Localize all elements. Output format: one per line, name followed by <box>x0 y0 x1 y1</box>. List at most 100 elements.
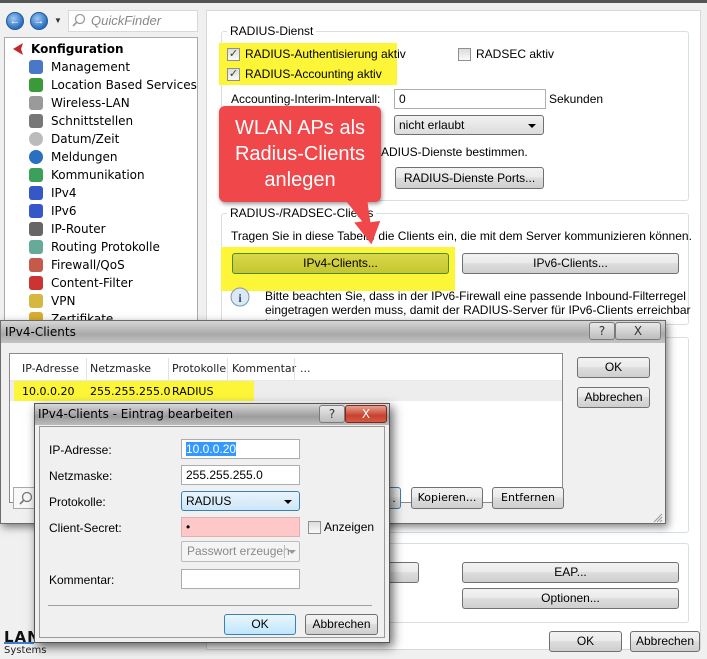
interim-unit: Sekunden <box>549 92 604 106</box>
history-dropdown-icon[interactable]: ▼ <box>54 16 62 25</box>
info-icon: i <box>230 287 250 307</box>
callout-arrow-icon <box>344 196 381 245</box>
callout-line-1: WLAN APs als <box>234 117 366 139</box>
radsec-checkbox[interactable] <box>458 48 471 61</box>
logo-subtitle: Systems <box>4 645 47 656</box>
ip-input[interactable]: 10.0.0.20 <box>181 439 300 459</box>
mask-label: Netzmaske: <box>49 469 113 483</box>
tree-item-label: Datum/Zeit <box>51 132 120 146</box>
column-header-mask[interactable]: Netzmaske <box>90 362 151 375</box>
access-select-value: nicht erlaubt <box>399 118 465 132</box>
edit-entry-dialog: IPv4-Clients - Eintrag bearbeiten ? X IP… <box>34 403 390 643</box>
main-cancel-button[interactable]: Abbrechen <box>630 631 700 652</box>
resize-grip-icon[interactable] <box>651 511 663 523</box>
column-header-ip[interactable]: IP-Adresse <box>22 362 79 375</box>
ipv6-clients-button[interactable]: IPv6-Clients... <box>462 253 679 274</box>
ipv6-note-line1: Bitte beachten Sie, dass in der IPv6-Fir… <box>265 289 686 303</box>
quickfinder-input[interactable]: QuickFinder <box>68 10 198 32</box>
window-top-border <box>0 0 707 3</box>
tree-item-label: Schnittstellen <box>51 114 134 128</box>
ipv4-clients-button[interactable]: IPv4-Clients... <box>232 253 449 274</box>
tree-item-label: Content-Filter <box>51 276 133 290</box>
generate-password-button[interactable]: Passwort erzeugen <box>181 541 300 562</box>
accounting-label: RADIUS-Accounting aktiv <box>245 67 382 81</box>
interim-input[interactable]: 0 <box>394 89 546 109</box>
edit-dialog-body: IP-Adresse: 10.0.0.20 Netzmaske: 255.255… <box>39 426 385 638</box>
tree-item-label: Management <box>51 60 131 74</box>
generate-password-label: Passwort erzeugen <box>187 544 290 558</box>
tree-item-label: Wireless-LAN <box>51 96 130 110</box>
close-button[interactable]: X <box>345 405 387 423</box>
clock-icon <box>29 132 43 146</box>
tree-root-label: Konfiguration <box>31 42 124 56</box>
navigation-tree: Konfiguration Management Location Based S… <box>4 37 198 327</box>
back-arrow-icon[interactable]: ← <box>6 12 24 30</box>
network-icon <box>29 186 43 200</box>
options-button[interactable]: Optionen... <box>462 588 679 609</box>
column-separator <box>86 358 87 380</box>
edit-cancel-button[interactable]: Abbrechen <box>305 614 378 635</box>
eap-button[interactable]: EAP... <box>462 562 679 583</box>
ipv4-dialog-titlebar[interactable]: IPv4-Clients <box>1 321 665 343</box>
logo-underline <box>4 642 34 644</box>
mask-input[interactable]: 255.255.255.0 <box>181 465 300 485</box>
show-secret-label: Anzeigen <box>324 520 375 534</box>
help-button[interactable]: ? <box>319 405 345 423</box>
chevron-down-icon[interactable] <box>288 550 296 554</box>
column-separator <box>294 358 295 380</box>
show-secret-checkbox[interactable] <box>308 521 321 534</box>
auth-label: RADIUS-Authentisierung aktiv <box>245 47 406 61</box>
remove-button[interactable]: Entfernen <box>492 487 564 509</box>
copy-button[interactable]: Kopieren... <box>411 487 483 509</box>
column-separator <box>168 358 169 380</box>
chevron-down-icon <box>528 124 536 128</box>
ip-value-selected: 10.0.0.20 <box>186 442 237 456</box>
cell-protocol: RADIUS <box>172 385 214 398</box>
communication-icon <box>29 168 43 182</box>
edit-ok-button[interactable]: OK <box>224 614 296 635</box>
ipv4-ok-button[interactable]: OK <box>577 357 650 378</box>
clients-hint: Tragen Sie in diese Tabelle die Clients … <box>231 229 692 243</box>
ipv4-cancel-button[interactable]: Abbrechen <box>577 387 650 408</box>
column-separator <box>227 358 228 380</box>
column-header-comment[interactable]: Kommentar <box>232 362 296 375</box>
secret-input[interactable]: • <box>181 517 300 537</box>
info-icon <box>29 150 43 164</box>
column-header-more[interactable]: ... <box>300 362 311 375</box>
tree-item-label: VPN <box>51 294 76 308</box>
routing-icon <box>29 240 43 254</box>
edit-dialog-title: IPv4-Clients - Eintrag bearbeiten <box>38 407 234 421</box>
tree-item-label: IPv6 <box>51 204 77 218</box>
network-icon <box>29 204 43 218</box>
quickfinder-placeholder: QuickFinder <box>91 13 162 28</box>
cell-ip: 10.0.0.20 <box>22 385 75 398</box>
callout-line-3: anlegen <box>264 169 336 191</box>
close-button[interactable]: X <box>615 322 661 340</box>
tree-item-label: Firewall/QoS <box>51 258 125 272</box>
management-icon <box>29 60 43 74</box>
tree-item-label: Kommunikation <box>51 168 145 182</box>
search-icon <box>72 13 86 27</box>
cell-mask: 255.255.255.0 <box>90 385 171 398</box>
help-button[interactable]: ? <box>589 322 615 340</box>
protocol-select-value: RADIUS <box>186 494 232 508</box>
tree-item-label: IP-Router <box>51 222 106 236</box>
ports-hint: ADIUS-Dienste bestimmen. <box>381 145 528 159</box>
comment-input[interactable] <box>181 569 300 589</box>
accounting-checkbox[interactable]: ✓ <box>227 68 240 81</box>
access-select[interactable]: nicht erlaubt <box>394 115 544 135</box>
firewall-icon <box>29 258 43 272</box>
column-header-protocol[interactable]: Protokolle <box>172 362 226 375</box>
radius-ports-button[interactable]: RADIUS-Dienste Ports... <box>395 167 544 189</box>
protocol-select[interactable]: RADIUS <box>181 491 300 511</box>
lock-icon <box>29 294 43 308</box>
main-ok-button[interactable]: OK <box>549 631 622 652</box>
auth-checkbox[interactable]: ✓ <box>227 48 240 61</box>
interim-label: Accounting-Interim-Intervall: <box>231 92 381 106</box>
forward-arrow-icon[interactable]: → <box>30 12 48 30</box>
tree-item-label: IPv4 <box>51 186 77 200</box>
footer-divider <box>48 605 372 606</box>
comment-label: Kommentar: <box>49 573 115 587</box>
callout-line-2: Radius-Clients <box>234 143 366 165</box>
chevron-down-icon <box>284 500 292 504</box>
